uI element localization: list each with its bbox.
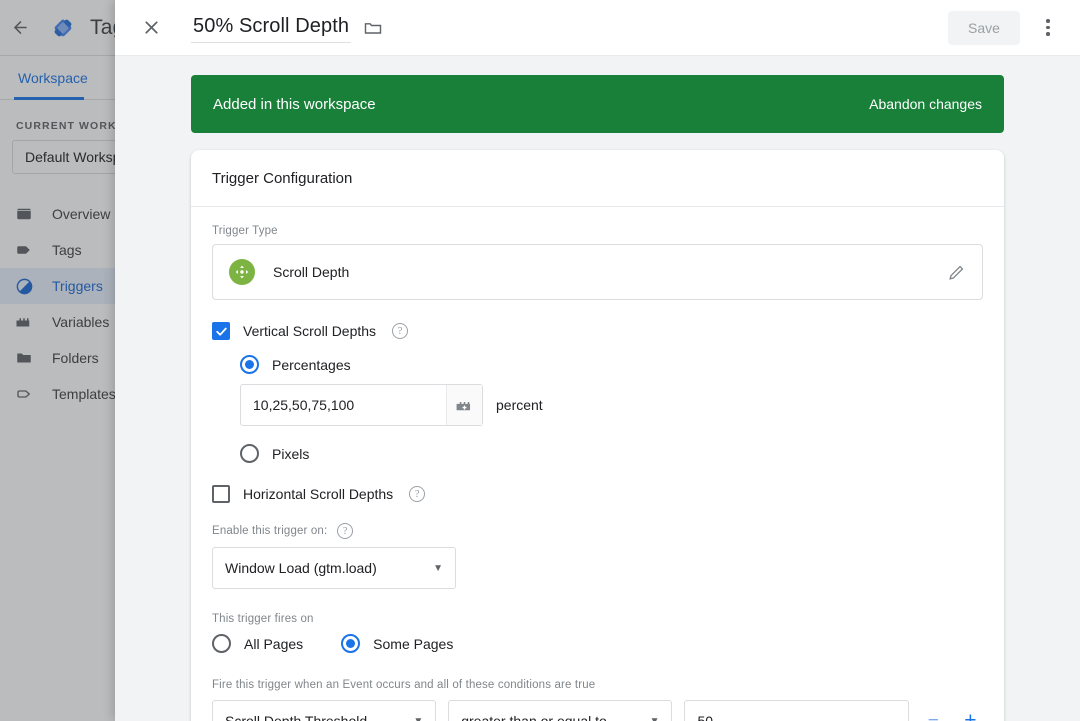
percentages-option: Percentages xyxy=(240,355,983,374)
vertical-scroll-depths-row: Vertical Scroll Depths ? xyxy=(212,322,983,340)
percentages-radio[interactable] xyxy=(240,355,259,374)
vertical-scroll-depths-label: Vertical Scroll Depths xyxy=(243,323,377,339)
help-icon[interactable]: ? xyxy=(392,323,409,339)
trigger-type-name: Scroll Depth xyxy=(273,264,350,280)
condition-operator-select[interactable]: greater than or equal to ▼ xyxy=(448,700,673,721)
card-title: Trigger Configuration xyxy=(191,150,1004,207)
trigger-name-input[interactable]: 50% Scroll Depth xyxy=(191,13,352,43)
condition-value-input[interactable] xyxy=(684,700,909,721)
help-icon[interactable]: ? xyxy=(409,486,426,502)
more-vert-icon[interactable] xyxy=(1030,10,1066,46)
some-pages-radio[interactable] xyxy=(341,634,361,653)
abandon-changes-button[interactable]: Abandon changes xyxy=(869,96,982,112)
close-icon[interactable] xyxy=(133,10,169,46)
trigger-edit-modal: 50% Scroll Depth Save Added in this work… xyxy=(115,0,1080,721)
banner-message: Added in this workspace xyxy=(213,95,376,113)
horizontal-scroll-depths-row: Horizontal Scroll Depths ? xyxy=(212,485,983,503)
modal-body: Added in this workspace Abandon changes … xyxy=(115,56,1080,721)
title-group: 50% Scroll Depth xyxy=(191,13,383,43)
help-icon[interactable]: ? xyxy=(337,523,354,539)
fires-on-label: This trigger fires on xyxy=(212,613,983,625)
horizontal-scroll-depths-label: Horizontal Scroll Depths xyxy=(243,486,394,502)
trigger-type-selector[interactable]: Scroll Depth xyxy=(212,244,983,300)
save-button[interactable]: Save xyxy=(948,10,1020,45)
variable-picker-icon[interactable] xyxy=(446,385,482,425)
condition-row: Scroll Depth Threshold ▼ greater than or… xyxy=(212,700,983,721)
chevron-down-icon: ▼ xyxy=(433,562,443,574)
workspace-status-banner: Added in this workspace Abandon changes xyxy=(191,75,1004,133)
pencil-icon[interactable] xyxy=(947,263,966,282)
condition-operator-value: greater than or equal to xyxy=(461,713,607,721)
percentages-value-row: percent xyxy=(240,384,983,426)
percentages-input[interactable] xyxy=(241,385,446,425)
enable-trigger-on-text: Enable this trigger on: xyxy=(212,525,328,537)
horizontal-scroll-depths-checkbox[interactable] xyxy=(212,485,230,503)
pixels-option: Pixels xyxy=(240,444,983,463)
pixels-radio[interactable] xyxy=(240,444,259,463)
vertical-scroll-depths-checkbox[interactable] xyxy=(212,322,230,340)
percentages-label: Percentages xyxy=(272,356,351,373)
conditions-label: Fire this trigger when an Event occurs a… xyxy=(212,679,983,691)
conditions-text: Fire this trigger when an Event occurs a… xyxy=(212,679,596,691)
fires-on-text: This trigger fires on xyxy=(212,613,314,625)
modal-header: 50% Scroll Depth Save xyxy=(115,0,1080,56)
chevron-down-icon: ▼ xyxy=(413,715,424,721)
all-pages-label: All Pages xyxy=(244,635,304,652)
condition-variable-select[interactable]: Scroll Depth Threshold ▼ xyxy=(212,700,437,721)
chevron-down-icon: ▼ xyxy=(649,715,660,721)
enable-trigger-on-label: Enable this trigger on: ? xyxy=(212,523,983,539)
all-pages-radio[interactable] xyxy=(212,634,231,653)
folder-icon[interactable] xyxy=(363,18,383,38)
condition-variable-value: Scroll Depth Threshold xyxy=(225,713,368,721)
fires-on-options: All Pages Some Pages xyxy=(212,634,983,653)
pixels-label: Pixels xyxy=(272,445,310,462)
card-body: Trigger Type Scroll Depth Vertical Scrol… xyxy=(191,207,1004,721)
remove-condition-button[interactable]: − xyxy=(921,708,946,721)
some-pages-label: Some Pages xyxy=(373,635,454,652)
percentages-input-group xyxy=(240,384,483,426)
trigger-type-label: Trigger Type xyxy=(212,225,278,237)
percent-unit-label: percent xyxy=(496,397,543,413)
add-condition-button[interactable]: + xyxy=(958,708,983,721)
scroll-depth-icon xyxy=(229,259,255,285)
trigger-configuration-card: Trigger Configuration Trigger Type Scrol… xyxy=(191,150,1004,721)
enable-trigger-on-select[interactable]: Window Load (gtm.load) ▼ xyxy=(212,547,456,589)
enable-trigger-on-value: Window Load (gtm.load) xyxy=(225,560,377,576)
